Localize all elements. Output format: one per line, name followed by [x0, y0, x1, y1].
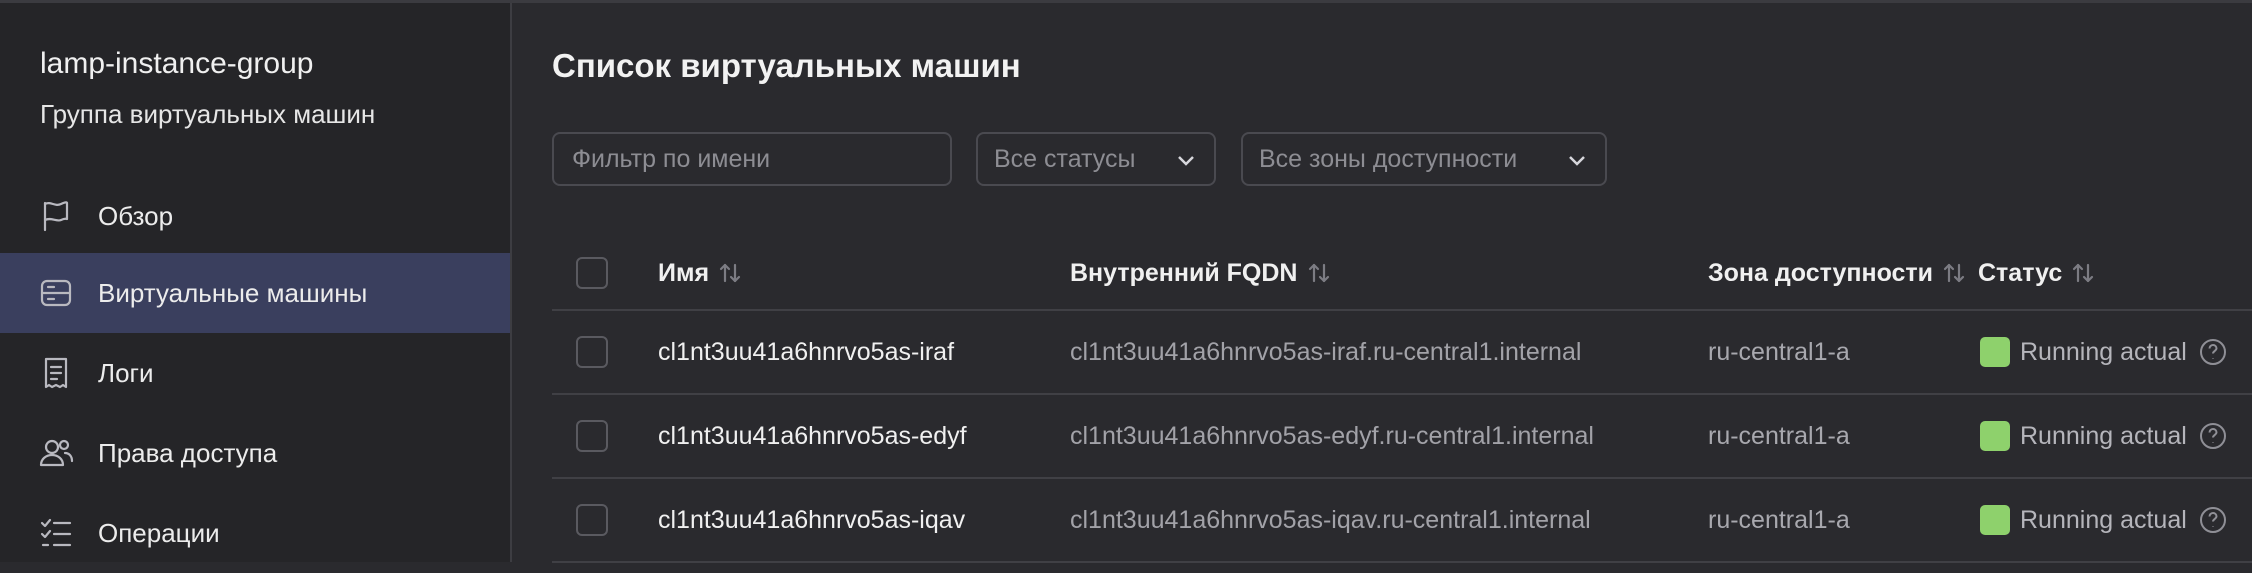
help-icon[interactable]: [2199, 422, 2227, 450]
row-checkbox[interactable]: [576, 336, 608, 368]
chevron-down-icon: [1174, 148, 1198, 172]
chevron-down-icon: [1565, 148, 1589, 172]
status-indicator: [1980, 337, 2010, 367]
status-filter-select[interactable]: Все статусы: [976, 132, 1216, 186]
vm-status: Running actual: [1980, 479, 2227, 561]
sort-icon[interactable]: [2070, 260, 2096, 286]
help-icon[interactable]: [2199, 506, 2227, 534]
vm-name[interactable]: cl1nt3uu41a6hnrvo5as-edyf: [658, 395, 967, 477]
vm-zone: ru-central1-a: [1708, 337, 1850, 366]
vm-name[interactable]: cl1nt3uu41a6hnrvo5as-iqav: [658, 479, 965, 561]
table-row[interactable]: cl1nt3uu41a6hnrvo5as-iraf cl1nt3uu41a6hn…: [552, 311, 2252, 395]
receipt-icon: [38, 355, 74, 391]
checklist-icon: [38, 515, 74, 551]
resource-title: lamp-instance-group: [40, 47, 314, 80]
sidebar-item-label: Обзор: [98, 200, 174, 231]
select-all-checkbox[interactable]: [576, 257, 608, 289]
sort-icon[interactable]: [1941, 260, 1967, 286]
sidebar: lamp-instance-group Группа виртуальных м…: [0, 3, 512, 562]
sidebar-item-label: Логи: [98, 357, 154, 388]
sidebar-item-logs[interactable]: Логи: [0, 333, 510, 413]
sort-icon[interactable]: [717, 260, 743, 286]
name-filter-input[interactable]: [570, 143, 934, 175]
column-header-zone[interactable]: Зона доступности: [1708, 237, 1967, 309]
vm-zone: ru-central1-a: [1708, 421, 1850, 450]
row-checkbox[interactable]: [576, 504, 608, 536]
vm-status: Running actual: [1980, 311, 2227, 393]
vm-fqdn: cl1nt3uu41a6hnrvo5as-iraf.ru-central1.in…: [1070, 337, 1582, 366]
flag-icon: [38, 198, 74, 234]
table-row[interactable]: cl1nt3uu41a6hnrvo5as-iqav cl1nt3uu41a6hn…: [552, 479, 2252, 563]
vm-fqdn: cl1nt3uu41a6hnrvo5as-edyf.ru-central1.in…: [1070, 421, 1594, 450]
vm-zone: ru-central1-a: [1708, 505, 1850, 534]
sidebar-item-label: Виртуальные машины: [98, 277, 368, 308]
zone-filter-select[interactable]: Все зоны доступности: [1241, 132, 1607, 186]
column-header-status[interactable]: Статус: [1978, 237, 2096, 309]
status-indicator: [1980, 421, 2010, 451]
table-header: Имя Внутренний FQDN Зона доступности Ста…: [552, 237, 2252, 311]
row-checkbox[interactable]: [576, 420, 608, 452]
resource-subtitle: Группа виртуальных машин: [40, 99, 376, 129]
page-title: Список виртуальных машин: [552, 47, 1021, 84]
sidebar-item-virtual-machines[interactable]: Виртуальные машины: [0, 253, 510, 333]
sort-icon[interactable]: [1306, 260, 1332, 286]
name-filter[interactable]: [552, 132, 952, 186]
column-header-fqdn[interactable]: Внутренний FQDN: [1070, 237, 1332, 309]
table-row[interactable]: cl1nt3uu41a6hnrvo5as-edyf cl1nt3uu41a6hn…: [552, 395, 2252, 479]
sidebar-item-overview[interactable]: Обзор: [0, 176, 510, 256]
sidebar-item-label: Операции: [98, 517, 220, 548]
help-icon[interactable]: [2199, 338, 2227, 366]
vm-name[interactable]: cl1nt3uu41a6hnrvo5as-iraf: [658, 311, 954, 393]
column-header-name[interactable]: Имя: [658, 237, 743, 309]
sidebar-item-label: Права доступа: [98, 437, 278, 468]
status-indicator: [1980, 505, 2010, 535]
server-icon: [38, 275, 74, 311]
sidebar-item-operations[interactable]: Операции: [0, 493, 510, 573]
status-filter-value: Все статусы: [994, 144, 1136, 173]
main-content: Список виртуальных машин Все статусы Все…: [512, 3, 2252, 563]
vm-status: Running actual: [1980, 395, 2227, 477]
vm-fqdn: cl1nt3uu41a6hnrvo5as-iqav.ru-central1.in…: [1070, 505, 1591, 534]
sidebar-item-access[interactable]: Права доступа: [0, 413, 510, 493]
zone-filter-value: Все зоны доступности: [1259, 144, 1518, 173]
users-icon: [38, 435, 74, 471]
